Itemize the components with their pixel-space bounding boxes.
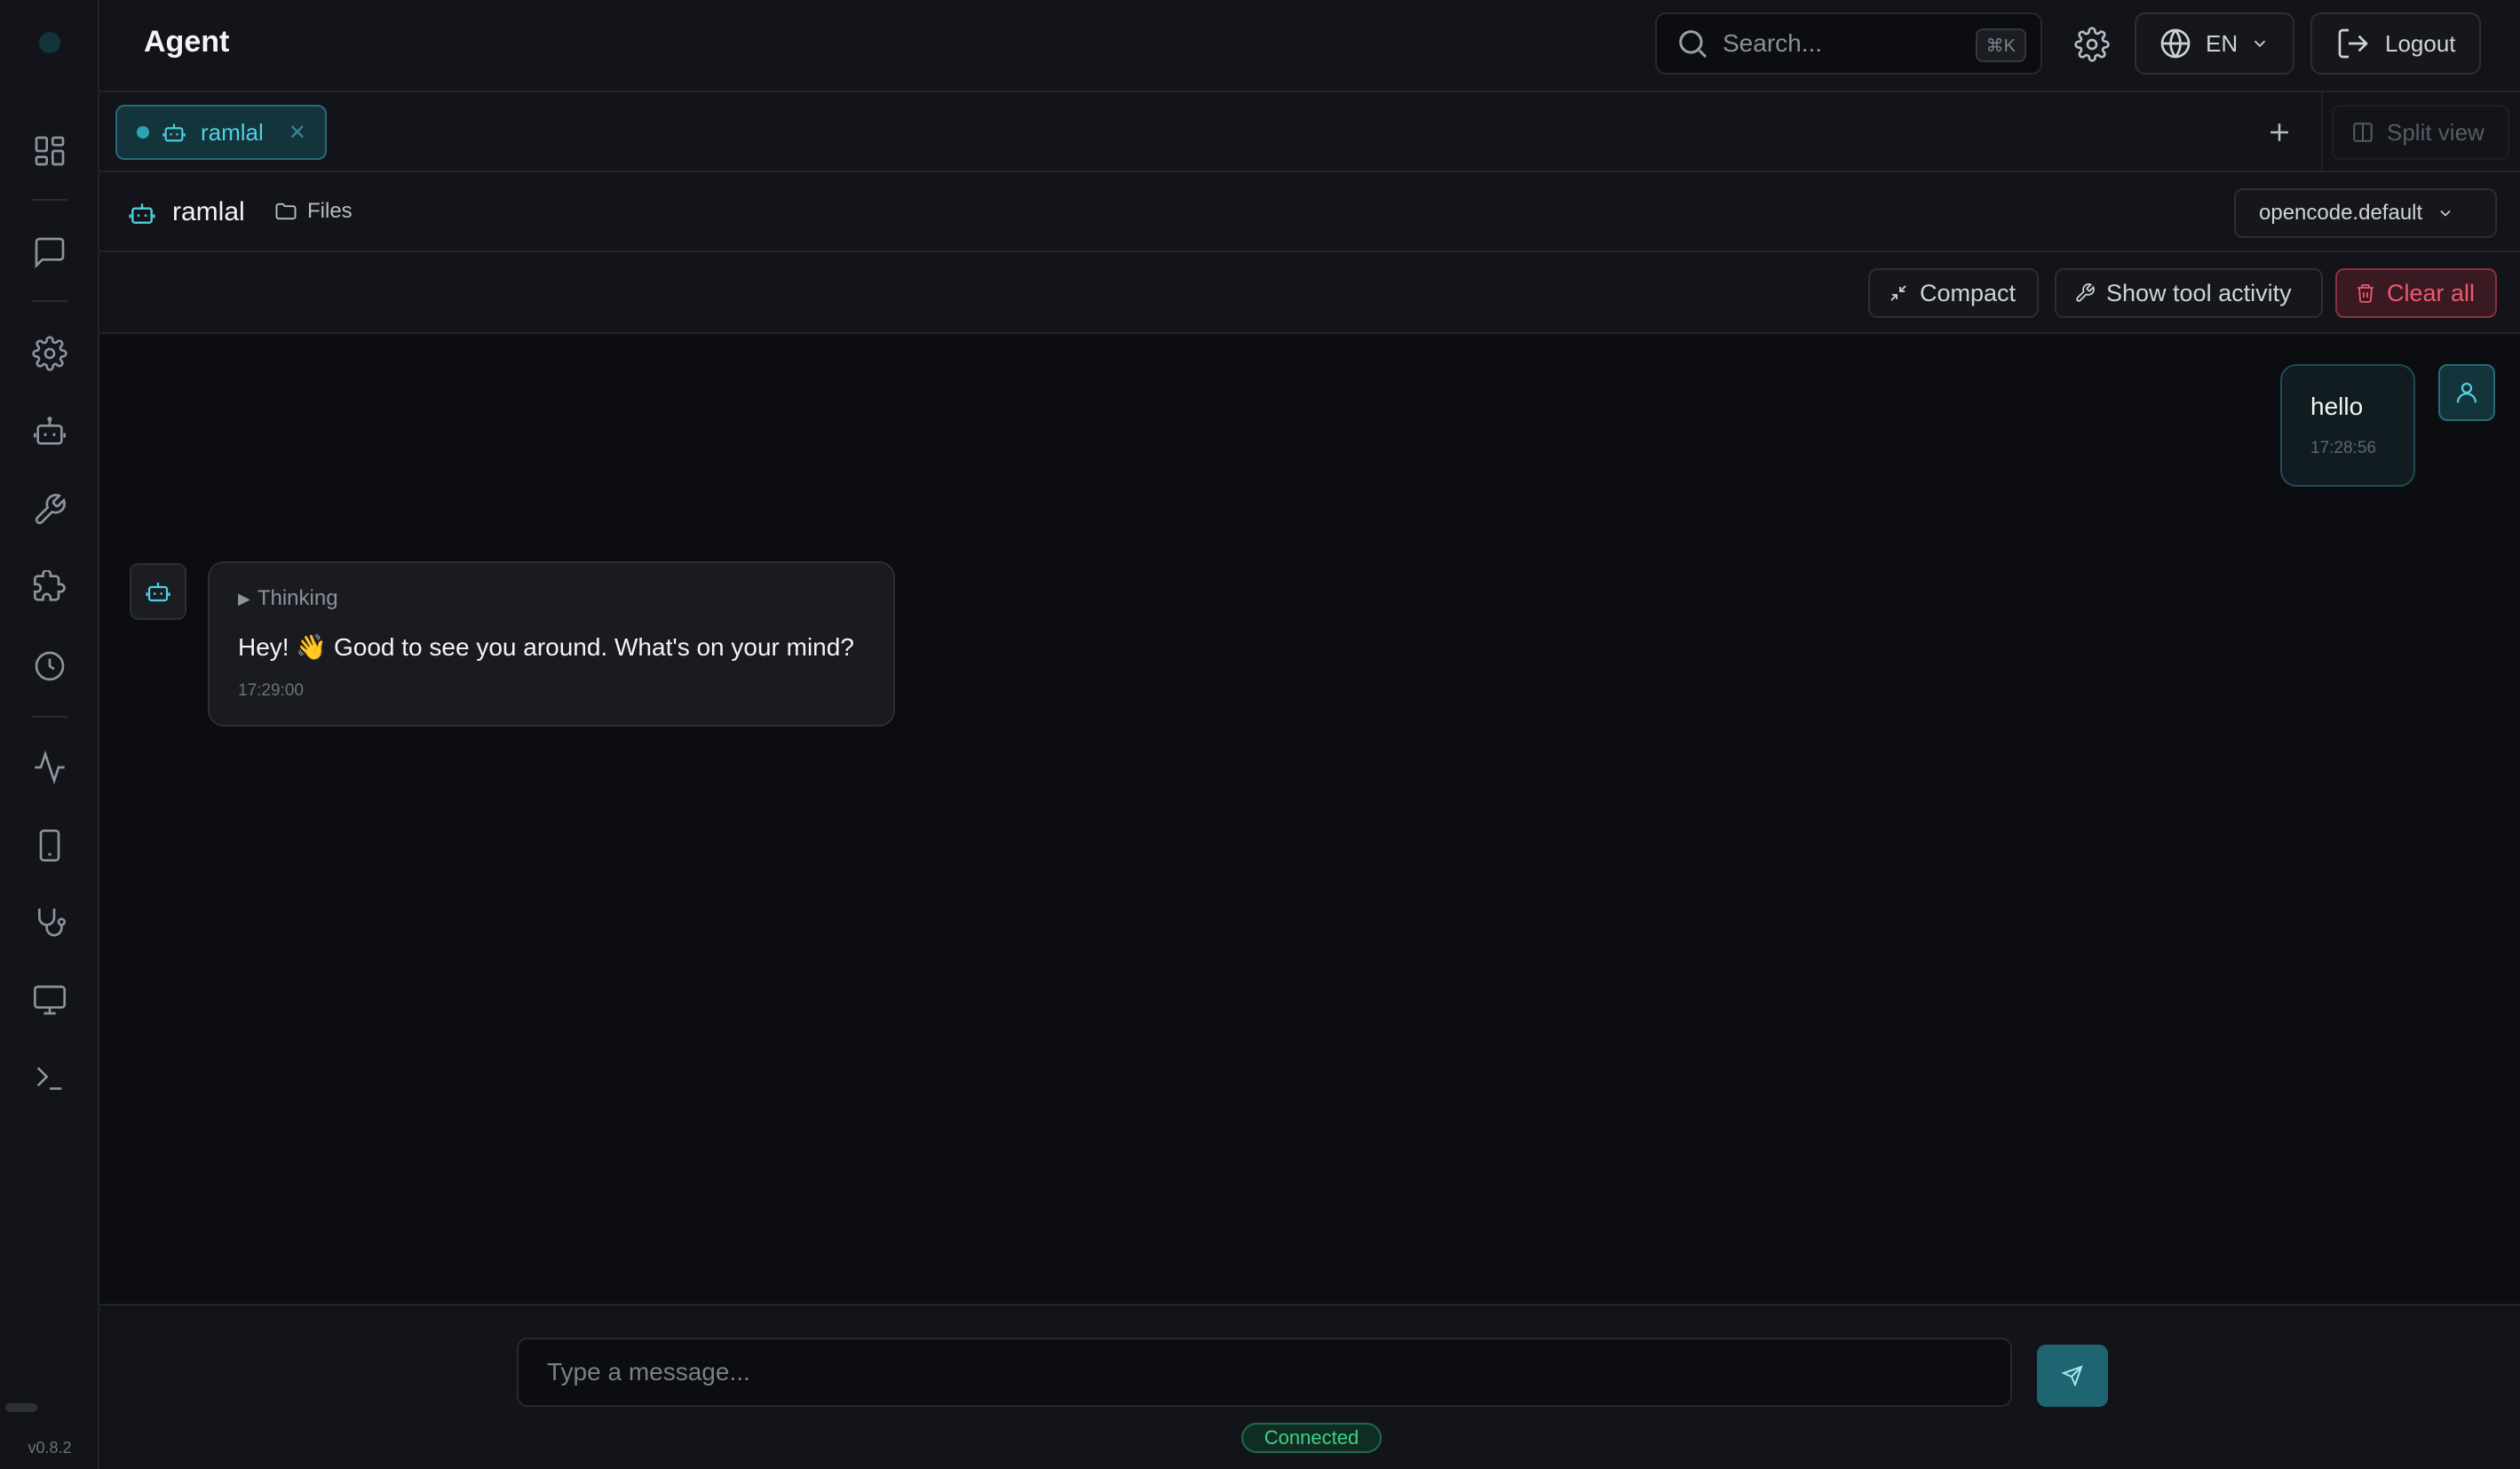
split-view-button[interactable]: Split view (2332, 105, 2509, 160)
logout-label: Logout (2385, 29, 2456, 57)
language-select[interactable]: EN (2135, 12, 2294, 75)
user-message: hello 17:28:56 (2280, 364, 2415, 487)
chevron-down-icon (2254, 40, 2266, 48)
search-box[interactable]: ⌘K (1655, 12, 2042, 75)
sidebar-item-terminal[interactable] (23, 1052, 76, 1105)
tool-activity-label: Show tool activity (2106, 279, 2292, 306)
connection-status-badge: Connected (1241, 1423, 1382, 1453)
logout-icon (2338, 28, 2368, 59)
search-input[interactable] (1723, 29, 1953, 58)
plus-icon (2270, 123, 2288, 141)
stethoscope-icon (38, 909, 67, 937)
user-avatar (2438, 364, 2495, 421)
model-label: opencode.default (2259, 201, 2423, 225)
sidebar-item-agents[interactable] (23, 405, 76, 458)
columns-icon (2353, 123, 2373, 142)
sidebar-item-display[interactable] (23, 973, 76, 1027)
message-composer: Connected (99, 1304, 2520, 1469)
bot-icon (162, 123, 186, 142)
message-input[interactable] (517, 1338, 2012, 1407)
logout-button[interactable]: Logout (2310, 12, 2481, 75)
puzzle-icon (34, 570, 66, 601)
sidebar-divider (32, 300, 67, 302)
search-icon (1679, 30, 1708, 59)
message-text: hello (2310, 393, 2364, 420)
chat-messages: hello 17:28:56 ▶ Thinking Hey! 👋 Good to… (99, 334, 2520, 1304)
files-label: Files (307, 199, 353, 223)
tab-status-dot (137, 126, 149, 139)
model-select[interactable]: opencode.default (2234, 188, 2497, 238)
sidebar-item-settings[interactable] (23, 327, 76, 380)
sidebar-item-health[interactable] (23, 895, 76, 949)
trash-icon (2358, 284, 2373, 303)
assistant-avatar (130, 563, 186, 620)
thinking-label: Thinking (257, 586, 338, 610)
gear-icon (32, 336, 67, 371)
header-settings-button[interactable] (2067, 20, 2117, 69)
page-title: Agent (144, 25, 230, 59)
compact-label: Compact (1920, 279, 2017, 306)
language-label: EN (2206, 29, 2239, 57)
gear-icon (2074, 27, 2110, 62)
sidebar-item-chat[interactable] (23, 226, 76, 279)
top-header: Agent ⌘K EN Logout (99, 0, 2520, 92)
sidebar-divider (32, 716, 67, 718)
split-view-label: Split view (2387, 118, 2484, 146)
chat-actions-bar: Compact Show tool activity Clear all (99, 252, 2520, 334)
caret-right-icon: ▶ (238, 589, 250, 607)
globe-icon (2160, 28, 2191, 59)
sidebar-item-dashboard[interactable] (23, 124, 76, 178)
wrench-icon (2076, 283, 2095, 302)
sidebar-divider (32, 199, 67, 201)
assistant-message: ▶ Thinking Hey! 👋 Good to see you around… (208, 561, 895, 727)
thinking-toggle[interactable]: ▶ Thinking (238, 586, 893, 611)
session-tab-bar: ramlal ✕ Split view (99, 92, 2520, 172)
tab-ramlal[interactable]: ramlal ✕ (115, 105, 327, 160)
minimize-icon (1890, 285, 1906, 301)
bot-icon (129, 203, 155, 224)
sidebar-item-plugins[interactable] (23, 561, 76, 615)
sidebar-item-activity[interactable] (23, 741, 76, 794)
clear-all-button[interactable]: Clear all (2335, 268, 2497, 318)
chevron-down-icon (2440, 210, 2451, 217)
sidebar-item-tools[interactable] (23, 483, 76, 536)
files-button[interactable]: Files (273, 199, 353, 224)
wrench-icon (35, 494, 66, 525)
bot-icon (146, 583, 170, 602)
activity-icon (35, 750, 65, 785)
mobile-icon (39, 830, 60, 862)
compact-button[interactable]: Compact (1868, 268, 2039, 318)
agent-name: ramlal (172, 197, 245, 226)
tab-label: ramlal (201, 118, 264, 146)
sidebar: v0.8.2 (0, 0, 99, 1469)
sidebar-item-devices[interactable] (23, 819, 76, 872)
search-shortcut-badge: ⌘K (1975, 28, 2026, 62)
chat-icon (35, 237, 65, 269)
logo-dot (39, 32, 60, 53)
user-icon (2456, 382, 2477, 403)
agent-info-bar: ramlal Files opencode.default (99, 172, 2520, 252)
message-text: Hey! 👋 Good to see you around. What's on… (238, 633, 854, 661)
sidebar-scrollbar[interactable] (5, 1403, 37, 1412)
app-root: v0.8.2 Agent ⌘K EN Logout ramlal ✕ (0, 0, 2520, 1469)
show-tool-activity-button[interactable]: Show tool activity (2055, 268, 2323, 318)
send-icon (2062, 1365, 2083, 1386)
sidebar-item-schedule[interactable] (23, 639, 76, 693)
clock-icon (35, 651, 65, 681)
terminal-icon (36, 1067, 62, 1090)
app-version: v0.8.2 (28, 1439, 72, 1457)
folder-icon (275, 202, 297, 220)
monitor-icon (34, 985, 66, 1015)
message-timestamp: 17:28:56 (2310, 439, 2376, 457)
send-button[interactable] (2037, 1345, 2108, 1407)
message-timestamp: 17:29:00 (238, 681, 304, 700)
bot-icon (34, 417, 66, 445)
clear-all-label: Clear all (2387, 279, 2476, 306)
tab-close-icon[interactable]: ✕ (289, 120, 306, 146)
dashboard-icon (35, 136, 65, 166)
add-tab-button[interactable] (2257, 110, 2302, 155)
tab-bar-divider (2321, 92, 2323, 172)
